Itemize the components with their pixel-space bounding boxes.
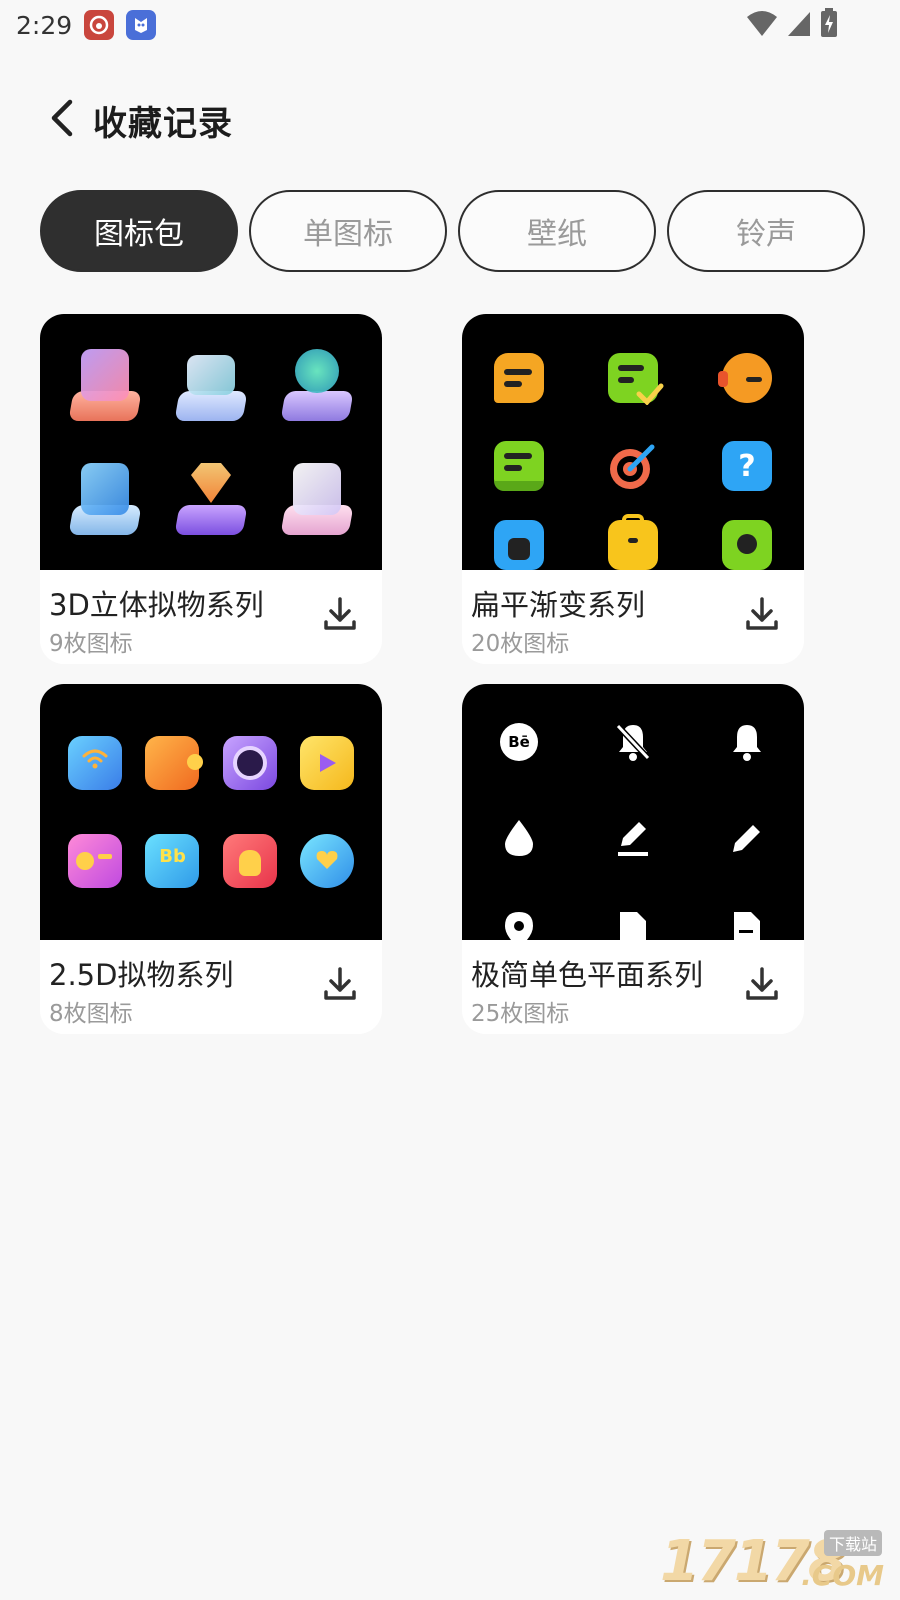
card-thumbnail: Bē <box>462 684 804 940</box>
card-thumbnail: ? <box>462 314 804 570</box>
card-title: 3D立体拟物系列 <box>49 588 264 622</box>
back-button[interactable] <box>44 98 84 138</box>
card-info: 扁平渐变系列 20枚图标 <box>462 570 804 664</box>
monitor-wifi-icon <box>67 736 122 790</box>
behance-icon: Bē <box>499 722 539 762</box>
watermark-suffix: .COM <box>801 1559 884 1592</box>
3d-globe-icon <box>277 345 357 425</box>
weibo-notification-icon <box>84 10 115 40</box>
download-button[interactable] <box>742 964 782 1004</box>
tab-wallpaper[interactable]: 壁纸 <box>458 190 656 272</box>
back-arrow-icon <box>51 99 73 137</box>
book-icon <box>494 441 544 491</box>
shopping-bag-icon <box>222 834 277 888</box>
watermark-tag: 下载站 <box>823 1530 882 1556</box>
target-icon <box>608 441 658 491</box>
card-icon-count: 20枚图标 <box>471 631 570 657</box>
page-title: 收藏记录 <box>93 104 233 144</box>
header: 收藏记录 <box>0 88 900 148</box>
card-icon-count: 9枚图标 <box>49 631 133 657</box>
card-info: 极简单色平面系列 25枚图标 <box>462 940 804 1034</box>
icon-pack-card-mono[interactable]: Bē 极简单色平面系列 25枚图标 <box>462 684 804 1034</box>
radio-icon <box>67 834 122 888</box>
notebook-icon: Bb <box>145 834 200 888</box>
dictionary-icon <box>494 520 544 570</box>
file-icon <box>613 910 653 940</box>
battery-icon <box>821 8 837 37</box>
icon-pack-card-3d[interactable]: 3D立体拟物系列 9枚图标 <box>40 314 382 664</box>
app-notification-icon <box>126 10 157 40</box>
3d-report-icon <box>277 459 357 539</box>
edit-underline-icon <box>613 818 653 858</box>
heart-chat-icon <box>300 834 355 888</box>
status-time: 2:29 <box>16 10 73 40</box>
file-text-icon <box>727 910 767 940</box>
card-thumbnail <box>40 314 382 570</box>
bell-icon <box>727 722 767 762</box>
card-title: 极简单色平面系列 <box>471 958 704 992</box>
music-disc-icon <box>222 736 277 790</box>
download-icon <box>746 597 778 630</box>
3d-document-icon <box>65 459 145 539</box>
support-agent-icon <box>718 353 772 403</box>
3d-laptop-icon <box>171 345 251 425</box>
download-icon <box>324 597 356 630</box>
3d-diamond-icon <box>171 459 251 539</box>
wifi-icon <box>747 11 777 36</box>
icon-pack-card-2-5d[interactable]: Bb 2.5D拟物系列 8枚图标 <box>40 684 382 1034</box>
card-icon-count: 25枚图标 <box>471 1001 570 1027</box>
behance-badge: Bē <box>508 733 530 751</box>
card-title: 2.5D拟物系列 <box>49 958 234 992</box>
download-icon <box>324 967 356 1000</box>
card-icon-count: 8枚图标 <box>49 1001 133 1027</box>
signal-icon <box>788 12 810 36</box>
download-button[interactable] <box>320 964 360 1004</box>
water-drop-icon <box>499 818 539 858</box>
download-button[interactable] <box>742 594 782 634</box>
card-title: 扁平渐变系列 <box>471 588 646 622</box>
help-icon: ? <box>722 441 772 491</box>
3d-app-icon <box>65 345 145 425</box>
tab-single-icon[interactable]: 单图标 <box>249 190 447 272</box>
tab-icon-pack[interactable]: 图标包 <box>40 190 238 272</box>
camera-icon <box>722 520 772 570</box>
checklist-icon <box>608 353 664 405</box>
video-play-icon <box>300 736 355 790</box>
card-thumbnail: Bb <box>40 684 382 940</box>
location-pin-icon <box>499 910 539 940</box>
download-icon <box>746 967 778 1000</box>
chat-bubble-icon <box>494 353 544 403</box>
site-watermark: 17178 下载站 .COM <box>660 1529 888 1594</box>
tab-ringtone[interactable]: 铃声 <box>667 190 865 272</box>
bell-off-icon <box>613 722 653 762</box>
status-bar: 2:29 <box>0 0 900 50</box>
card-info: 3D立体拟物系列 9枚图标 <box>40 570 382 664</box>
wallet-icon <box>145 736 204 790</box>
status-indicators <box>746 8 838 38</box>
icon-pack-card-flat[interactable]: ? 扁平渐变系列 20枚图标 <box>462 314 804 664</box>
download-button[interactable] <box>320 594 360 634</box>
card-info: 2.5D拟物系列 8枚图标 <box>40 940 382 1034</box>
category-tabs: 图标包 单图标 壁纸 铃声 <box>40 190 870 272</box>
pencil-icon <box>727 818 767 858</box>
briefcase-icon <box>608 514 658 570</box>
